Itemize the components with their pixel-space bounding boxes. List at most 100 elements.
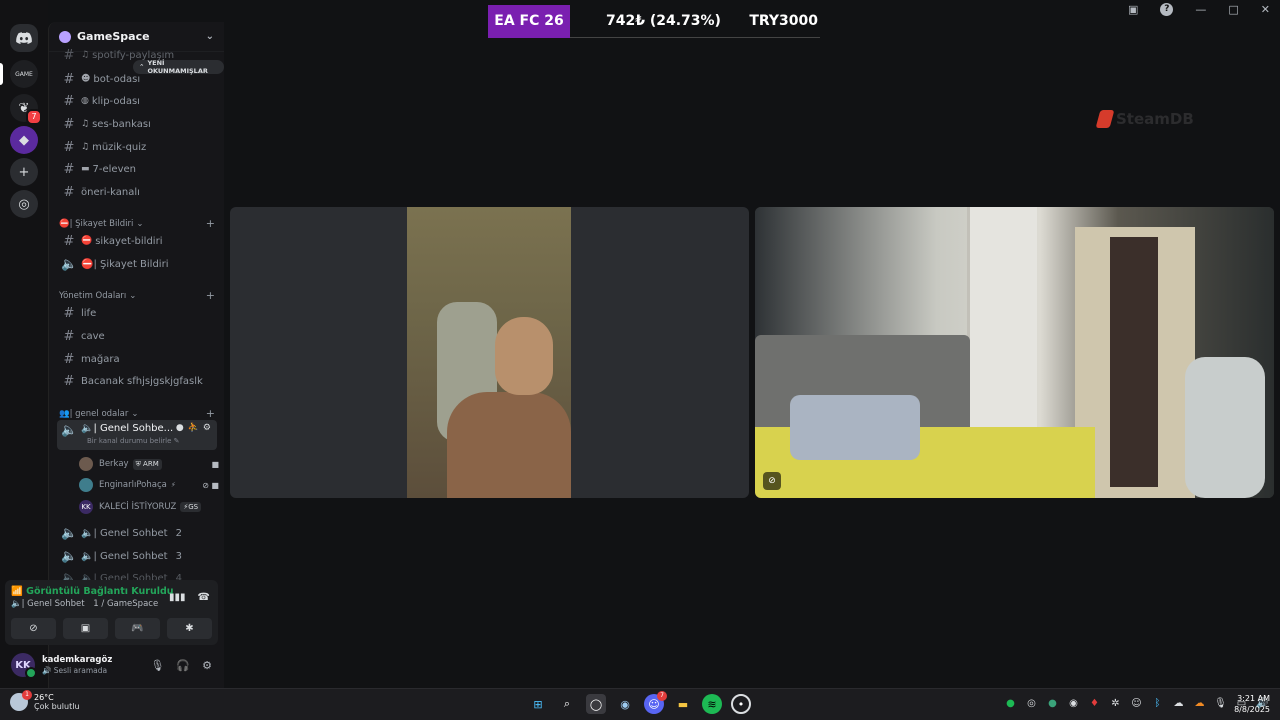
- server-avatar-icon[interactable]: ◆: [10, 126, 38, 154]
- username[interactable]: kademkaragöz: [42, 655, 112, 665]
- guild-tag-badge: ⚡GS: [180, 502, 202, 512]
- category-yonetim[interactable]: Yönetim Odaları ⌄ +: [59, 289, 215, 302]
- task-view-icon[interactable]: ◯: [586, 694, 606, 714]
- settings-tray-icon[interactable]: ✲: [1109, 698, 1122, 709]
- speaker-icon: 🔈: [61, 548, 78, 564]
- channel-status-subtitle[interactable]: Bir kanal durumu belirle ✎: [87, 437, 180, 445]
- search-icon[interactable]: ⌕: [557, 694, 577, 714]
- soundboard-button[interactable]: ✱: [167, 618, 212, 639]
- invite-user-icon[interactable]: ⛹: [188, 423, 199, 433]
- channel-cave[interactable]: # cave: [57, 326, 217, 346]
- discord-home-icon[interactable]: [10, 24, 38, 52]
- channel-oneri-kanali[interactable]: # öneri-kanalı: [57, 182, 217, 202]
- channel-ses-bankasi[interactable]: # ♫ ses-bankası: [57, 114, 217, 134]
- guild-tag-badge: ⛨ ARM: [132, 458, 162, 470]
- security-tray-icon[interactable]: ♦: [1088, 698, 1101, 709]
- settings-gear-icon[interactable]: ⚙: [202, 659, 212, 672]
- maximize-icon[interactable]: □: [1228, 3, 1238, 16]
- channel-label: 🔈| Genel Sohbe...: [81, 423, 174, 434]
- voice-user-name: EnginarlıPohaça: [99, 480, 167, 490]
- windows-taskbar: 1 26°C Çok bulutlu ⊞ ⌕ ◯ ◉ ☺ 7 ▬ ≋ • ● ◎ …: [0, 688, 1280, 720]
- category-sikayet[interactable]: ⛔| Şikayet Bildiri ⌄ +: [59, 217, 215, 230]
- weather-widget[interactable]: 1 26°C Çok bulutlu: [10, 690, 80, 711]
- music-icon: ♫: [81, 119, 90, 129]
- channel-bot-odasi[interactable]: # ☻ bot-odası: [57, 69, 217, 89]
- explore-compass-icon[interactable]: ◎: [10, 190, 38, 218]
- chrome-icon[interactable]: •: [731, 694, 751, 714]
- server-gamespace-icon[interactable]: GAME: [10, 60, 38, 88]
- microphone-icon[interactable]: 🎙: [150, 659, 164, 672]
- screen-share-button[interactable]: ▣: [63, 618, 108, 639]
- channel-magara[interactable]: # mağara: [57, 349, 217, 369]
- category-genel-odalar[interactable]: 👥| genel odalar ⌄ +: [59, 407, 215, 420]
- camera-off-button[interactable]: ⊘: [11, 618, 56, 639]
- channel-label: klip-odası: [91, 95, 140, 107]
- person-head: [495, 317, 553, 395]
- avatar[interactable]: KK: [11, 653, 37, 679]
- hash-icon: #: [63, 48, 75, 62]
- minimize-icon[interactable]: —: [1195, 3, 1206, 16]
- steam-icon[interactable]: ◉: [615, 694, 635, 714]
- video-tile-user-1[interactable]: [230, 207, 749, 498]
- windows-start-icon[interactable]: ⊞: [528, 694, 548, 714]
- inbox-icon[interactable]: ▣: [1128, 3, 1138, 16]
- channel-7-eleven[interactable]: # ▬ 7-eleven: [57, 159, 217, 179]
- channel-label: öneri-kanalı: [81, 186, 140, 198]
- discord-tray-icon[interactable]: ☺: [1130, 698, 1143, 709]
- voice-channel-genel-sohbet-2[interactable]: 🔈 🔈| Genel Sohbet 2: [57, 523, 217, 543]
- mic-tray-icon[interactable]: 🎙: [1214, 698, 1227, 709]
- spotify-icon[interactable]: ≋: [702, 694, 722, 714]
- help-icon[interactable]: ?: [1160, 3, 1174, 16]
- channel-label: 🔈| Genel Sohbet: [81, 550, 168, 562]
- chat-bubble-icon[interactable]: ●: [176, 423, 184, 433]
- chrome-tray-icon[interactable]: ◎: [1025, 698, 1038, 709]
- weather-description: Çok bulutlu: [34, 702, 80, 711]
- bluetooth-icon[interactable]: ᛒ: [1151, 698, 1164, 709]
- voice-user-berkay[interactable]: Berkay ⛨ ARM ■: [79, 455, 219, 473]
- channel-sikayet-bildiri[interactable]: # ⛔ sikayet-bildiri: [57, 231, 217, 251]
- settings-gear-icon[interactable]: ⚙: [203, 423, 211, 433]
- app-tray-icon[interactable]: ●: [1046, 698, 1059, 709]
- channel-bacanak[interactable]: # Bacanak sfhjsjgskjgfaslk: [57, 371, 217, 391]
- file-explorer-icon[interactable]: ▬: [673, 694, 693, 714]
- noise-suppression-icon[interactable]: ▮▮▮: [169, 592, 186, 603]
- no-entry-icon: ⛔: [81, 236, 93, 246]
- channel-label: 🔈| Genel Sohbet: [81, 527, 168, 539]
- cloud-icon[interactable]: ☁: [1193, 698, 1206, 709]
- voice-channel-genel-sohbet-active[interactable]: 🔈 🔈| Genel Sohbe... ● ⛹ ⚙ Bir kanal duru…: [57, 420, 217, 450]
- steam-tray-icon[interactable]: ◉: [1067, 698, 1080, 709]
- headphones-icon[interactable]: 🎧: [176, 659, 190, 672]
- voice-channel-sikayet[interactable]: 🔈 ⛔| Şikayet Bildiri: [57, 254, 217, 274]
- add-channel-icon[interactable]: +: [206, 289, 215, 302]
- activities-button[interactable]: 🎮: [115, 618, 160, 639]
- add-channel-icon[interactable]: +: [206, 407, 215, 420]
- spotify-tray-icon[interactable]: ●: [1004, 698, 1017, 709]
- hash-icon: #: [63, 233, 75, 249]
- overlay-game-title: EA FC 26: [488, 4, 570, 38]
- channel-life[interactable]: # life: [57, 303, 217, 323]
- onedrive-icon[interactable]: ☁: [1172, 698, 1185, 709]
- channel-klip-odasi[interactable]: # ◍ klip-odası: [57, 91, 217, 111]
- server-folder-icon[interactable]: ❦ 7: [10, 94, 42, 125]
- add-channel-icon[interactable]: +: [206, 217, 215, 230]
- steamdb-logo-icon: [1095, 110, 1115, 128]
- system-clock[interactable]: 3:21 AM 8/8/2025: [1234, 693, 1270, 715]
- chevron-down-icon: ⌄: [129, 290, 137, 301]
- bot-icon: ☻: [81, 74, 91, 84]
- channel-label: ses-bankası: [92, 118, 151, 130]
- window-controls: ▣ ? — □ ✕: [1128, 3, 1270, 16]
- clock-date: 8/8/2025: [1234, 705, 1270, 714]
- add-server-icon[interactable]: +: [10, 158, 38, 186]
- discord-icon[interactable]: ☺ 7: [644, 691, 667, 714]
- voice-channel-genel-sohbet-3[interactable]: 🔈 🔈| Genel Sohbet 3: [57, 546, 217, 566]
- disconnect-icon[interactable]: ☎: [198, 592, 210, 603]
- speaker-icon: 🔈: [61, 423, 78, 438]
- voice-user-kaleci[interactable]: KK KALECİ İSTİYORUZ ⚡GS: [79, 498, 219, 516]
- hanging-clothes: [1185, 357, 1265, 498]
- close-icon[interactable]: ✕: [1261, 3, 1270, 16]
- speaker-icon: 🔈: [61, 525, 78, 541]
- chevron-down-icon[interactable]: ⌄: [206, 31, 214, 42]
- video-tile-user-2[interactable]: ⊘: [755, 207, 1274, 498]
- voice-user-enginarli[interactable]: EnginarlıPohaça ⚡ ⊘ ■: [79, 476, 219, 494]
- channel-muzik-quiz[interactable]: # ♫ müzik-quiz: [57, 137, 217, 157]
